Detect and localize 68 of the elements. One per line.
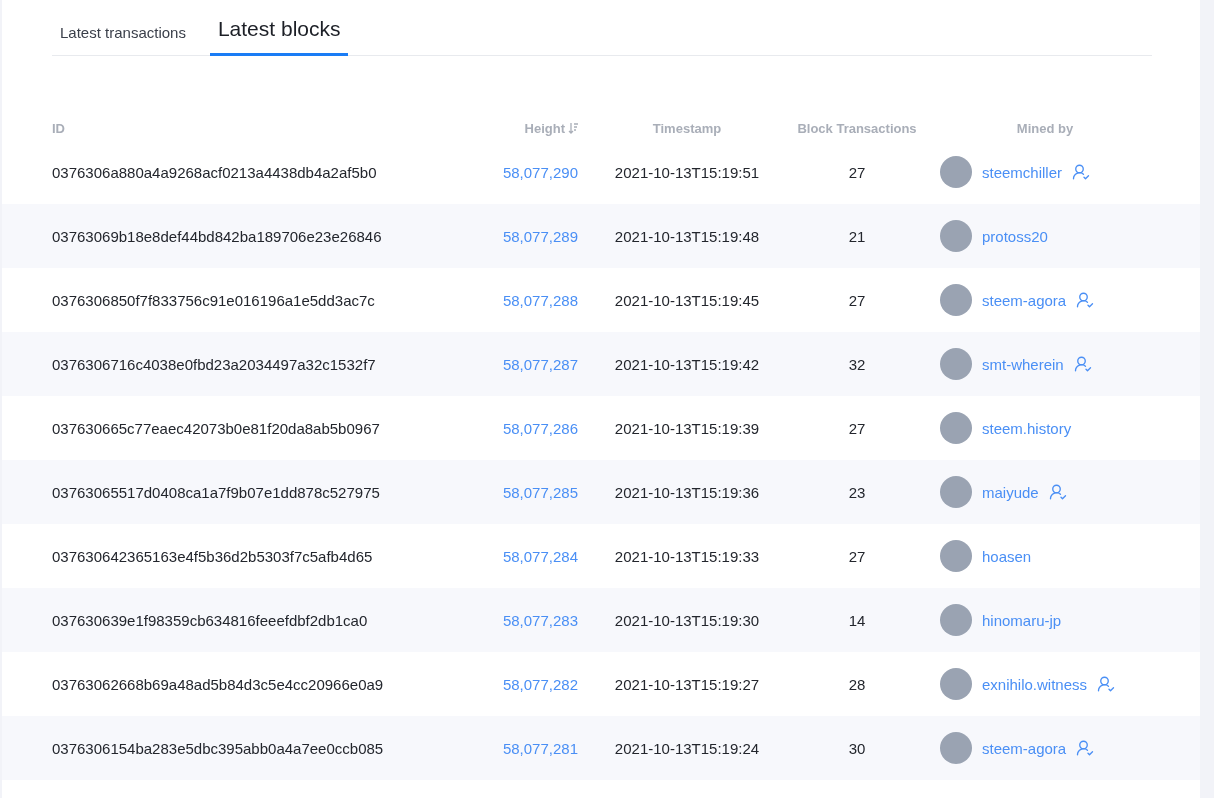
column-header: Mined by: [1016, 120, 1074, 136]
timestamp: 2021-10-13T15:19:33: [614, 547, 760, 565]
timestamp: 2021-10-13T15:19:48: [614, 227, 760, 245]
timestamp: 2021-10-13T15:19:42: [614, 355, 760, 373]
miner-link[interactable]: smt-wherein: [982, 355, 1064, 373]
block-id: 0376306716c4038e0fbd23a2034497a32c1532f7: [52, 355, 376, 373]
transaction-count: 27: [848, 291, 866, 309]
miner-link[interactable]: steem-agora: [982, 739, 1067, 757]
avatar: [940, 220, 972, 252]
miner-link[interactable]: exnihilo.witness: [982, 675, 1088, 693]
tab[interactable]: Latest blocks: [209, 17, 349, 56]
miner-link[interactable]: maiyude: [982, 483, 1039, 501]
transaction-count: 27: [848, 419, 866, 437]
sort-icon[interactable]: [568, 122, 578, 134]
tab[interactable]: Latest transactions: [52, 24, 194, 56]
miner-link[interactable]: steem-agora: [982, 291, 1067, 309]
miner-link[interactable]: protoss20: [982, 227, 1048, 245]
transaction-count: 27: [848, 547, 866, 565]
transaction-count: 32: [848, 355, 866, 373]
avatar: [940, 412, 972, 444]
timestamp: 2021-10-13T15:19:24: [614, 739, 760, 757]
block-id: 03763069b18e8def44bd842ba189706e23e26846: [52, 227, 382, 245]
avatar: [940, 668, 972, 700]
block-id: 0376306a880a4a9268acf0213a4438db4a2af5b0: [52, 163, 377, 181]
block-id: 037630642365163e4f5b36d2b5303f7c5afb4d65: [52, 547, 373, 565]
timestamp: 2021-10-13T15:19:51: [614, 163, 760, 181]
block-id: 037630639e1f98359cb634816feeefdbf2db1ca0: [52, 611, 368, 629]
block-height-link[interactable]: 58,077,289: [502, 227, 578, 245]
avatar: [940, 540, 972, 572]
avatar: [940, 284, 972, 316]
block-height-link[interactable]: 58,077,281: [502, 739, 578, 757]
transaction-count: 28: [848, 675, 866, 693]
transaction-count: 21: [848, 227, 866, 245]
transaction-count: 23: [848, 483, 866, 501]
block-id: 037630665c77eaec42073b0e81f20da8ab5b0967: [52, 419, 380, 437]
block-id: 0376306850f7f833756c91e016196a1e5dd3ac7c: [52, 291, 375, 309]
transaction-count: 27: [848, 163, 866, 181]
avatar: [940, 604, 972, 636]
column-header: Block Transactions: [797, 120, 917, 136]
transaction-count: 14: [848, 611, 866, 629]
miner-link[interactable]: steemchiller: [982, 163, 1063, 181]
miner-link[interactable]: hinomaru-jp: [982, 611, 1062, 629]
block-height-link[interactable]: 58,077,285: [502, 483, 578, 501]
column-header: Timestamp: [652, 120, 722, 136]
block-id: 03763062668b69a48ad5b84d3c5e4cc20966e0a9: [52, 675, 384, 693]
block-height-link[interactable]: 58,077,286: [502, 419, 578, 437]
timestamp: 2021-10-13T15:19:30: [614, 611, 760, 629]
column-header: ID: [52, 120, 65, 136]
miner-link[interactable]: hoasen: [982, 547, 1032, 565]
column-header: Height: [524, 120, 565, 136]
timestamp: 2021-10-13T15:19:45: [614, 291, 760, 309]
avatar: [940, 348, 972, 380]
timestamp: 2021-10-13T15:19:27: [614, 675, 760, 693]
block-id: 0376306154ba283e5dbc395abb0a4a7ee0ccb085: [52, 739, 384, 757]
transaction-count: 30: [848, 739, 866, 757]
avatar: [940, 732, 972, 764]
block-height-link[interactable]: 58,077,283: [502, 611, 578, 629]
avatar: [940, 156, 972, 188]
timestamp: 2021-10-13T15:19:39: [614, 419, 760, 437]
block-height-link[interactable]: 58,077,282: [502, 675, 578, 693]
block-height-link[interactable]: 58,077,284: [502, 547, 578, 565]
block-height-link[interactable]: 58,077,288: [502, 291, 578, 309]
block-height-link[interactable]: 58,077,287: [502, 355, 578, 373]
avatar: [940, 476, 972, 508]
block-height-link[interactable]: 58,077,290: [502, 163, 578, 181]
block-id: 03763065517d0408ca1a7f9b07e1dd878c527975: [52, 483, 380, 501]
miner-link[interactable]: steem.history: [982, 419, 1072, 437]
timestamp: 2021-10-13T15:19:36: [614, 483, 760, 501]
